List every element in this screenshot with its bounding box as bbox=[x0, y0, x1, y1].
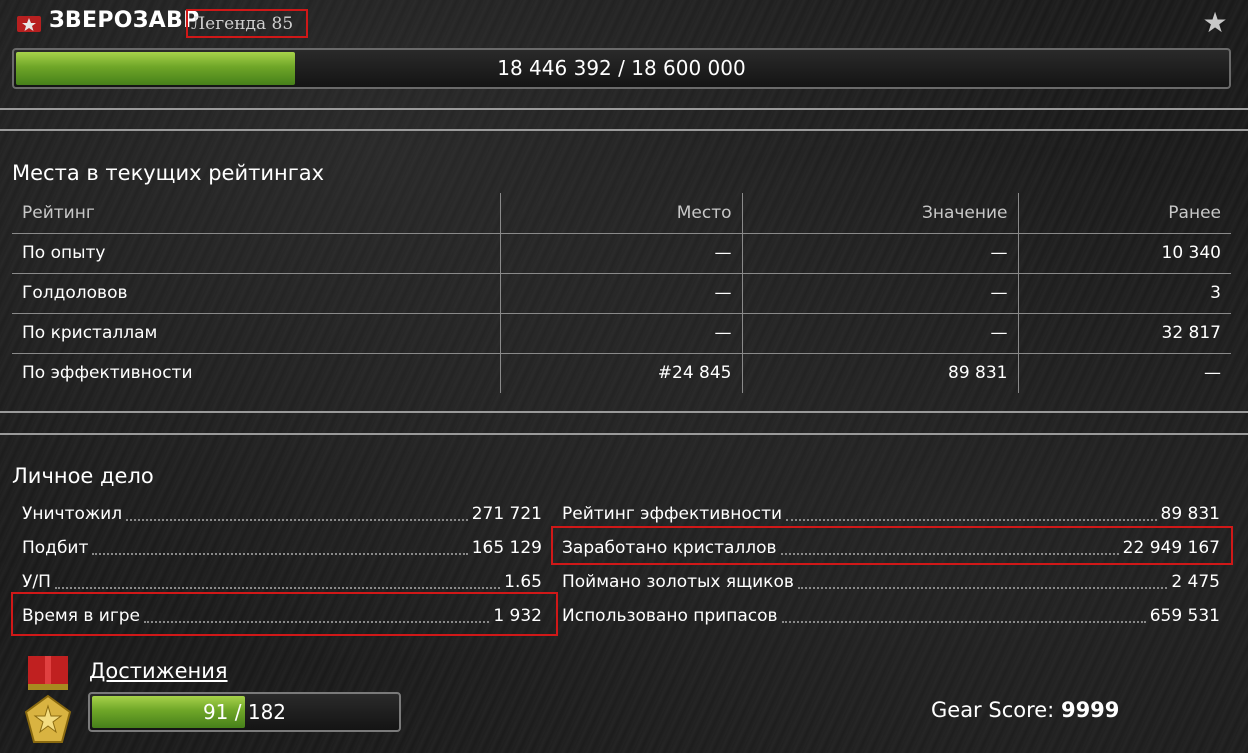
table-row: По эффективности #24 845 89 831 — bbox=[12, 352, 1231, 393]
rating-value: — bbox=[741, 312, 1018, 353]
stat-value: 271 721 bbox=[471, 504, 542, 524]
player-name: ЗВЕРОЗАВР bbox=[49, 8, 200, 33]
stat-value: 89 831 bbox=[1160, 504, 1220, 524]
rating-place: — bbox=[499, 232, 742, 273]
rating-name: По опыту bbox=[12, 232, 500, 273]
table-row: Голдоловов — — 3 bbox=[12, 272, 1231, 313]
medal-icon bbox=[22, 656, 74, 752]
stat-label: Поймано золотых ящиков bbox=[562, 572, 794, 592]
stat-label: Рейтинг эффективности bbox=[562, 504, 783, 524]
gear-score: Gear Score: 9999 bbox=[931, 698, 1119, 722]
achievements-progress-text: 91 / 182 bbox=[90, 694, 399, 730]
divider bbox=[0, 433, 1248, 435]
rating-previous: 10 340 bbox=[1017, 232, 1231, 273]
rating-value: — bbox=[741, 272, 1018, 313]
rating-previous: 3 bbox=[1017, 272, 1231, 313]
experience-progress-bar: 18 446 392 / 18 600 000 bbox=[12, 48, 1231, 89]
achievements-separator: / bbox=[234, 700, 242, 724]
gear-score-label: Gear Score: bbox=[931, 698, 1055, 722]
ratings-table: Рейтинг Место Значение Ранее По опыту — … bbox=[12, 193, 1231, 393]
rating-place: — bbox=[499, 272, 742, 313]
rating-name: Голдоловов bbox=[12, 272, 500, 313]
divider bbox=[0, 411, 1248, 413]
column-header-place[interactable]: Место bbox=[499, 193, 742, 233]
stat-value: 2 475 bbox=[1171, 572, 1220, 592]
dotted-leader bbox=[92, 553, 468, 555]
highlight-box-crystals bbox=[551, 526, 1233, 565]
stat-row-supplies: Использовано припасов 659 531 bbox=[562, 599, 1220, 633]
stat-label: Использовано припасов bbox=[562, 606, 778, 626]
stat-label: Уничтожил bbox=[22, 504, 123, 524]
dotted-leader bbox=[781, 621, 1146, 623]
rank-insignia-icon bbox=[16, 14, 42, 34]
ratings-header-row: Рейтинг Место Значение Ранее bbox=[12, 193, 1231, 233]
experience-progress-text: 18 446 392 / 18 600 000 bbox=[497, 56, 746, 80]
stat-label: У/П bbox=[22, 572, 51, 592]
dotted-leader bbox=[786, 519, 1157, 521]
column-header-rating[interactable]: Рейтинг bbox=[12, 193, 500, 233]
stat-value: 165 129 bbox=[471, 538, 542, 558]
achievements-progress-bar: 91 / 182 bbox=[88, 692, 401, 732]
star-icon[interactable]: ★ bbox=[1200, 8, 1230, 38]
divider bbox=[0, 129, 1248, 131]
stat-label: Подбит bbox=[22, 538, 89, 558]
rating-value: — bbox=[741, 232, 1018, 273]
gear-score-value: 9999 bbox=[1060, 698, 1120, 722]
column-header-previous[interactable]: Ранее bbox=[1017, 193, 1231, 233]
personal-section-title: Личное дело bbox=[12, 464, 154, 488]
dotted-leader bbox=[54, 587, 501, 589]
column-header-value[interactable]: Значение bbox=[741, 193, 1018, 233]
stat-value: 1.65 bbox=[504, 572, 542, 592]
divider bbox=[0, 108, 1248, 110]
achievements-current: 91 bbox=[202, 700, 229, 724]
stat-value: 659 531 bbox=[1149, 606, 1220, 626]
rating-previous: — bbox=[1017, 352, 1231, 393]
stat-row-deaths: Подбит 165 129 bbox=[22, 531, 542, 565]
stat-row-gold-boxes: Поймано золотых ящиков 2 475 bbox=[562, 565, 1220, 599]
rating-previous: 32 817 bbox=[1017, 312, 1231, 353]
rank-title: Легенда 85 bbox=[186, 9, 308, 38]
dotted-leader bbox=[797, 587, 1168, 589]
achievements-total: 182 bbox=[247, 700, 287, 724]
rating-place: — bbox=[499, 312, 742, 353]
stat-row-kills: Уничтожил 271 721 bbox=[22, 497, 542, 531]
personal-stats-right: Рейтинг эффективности 89 831 Заработано … bbox=[562, 497, 1220, 633]
rating-name: По кристаллам bbox=[12, 312, 500, 353]
table-row: По кристаллам — — 32 817 bbox=[12, 312, 1231, 353]
highlight-box-playtime bbox=[11, 592, 558, 636]
achievements-link[interactable]: Достижения bbox=[89, 659, 228, 683]
rating-place: #24 845 bbox=[499, 352, 742, 393]
rating-name: По эффективности bbox=[12, 352, 500, 393]
table-row: По опыту — — 10 340 bbox=[12, 232, 1231, 273]
dotted-leader bbox=[126, 519, 468, 521]
rating-value: 89 831 bbox=[741, 352, 1018, 393]
ratings-section-title: Места в текущих рейтингах bbox=[12, 161, 325, 185]
